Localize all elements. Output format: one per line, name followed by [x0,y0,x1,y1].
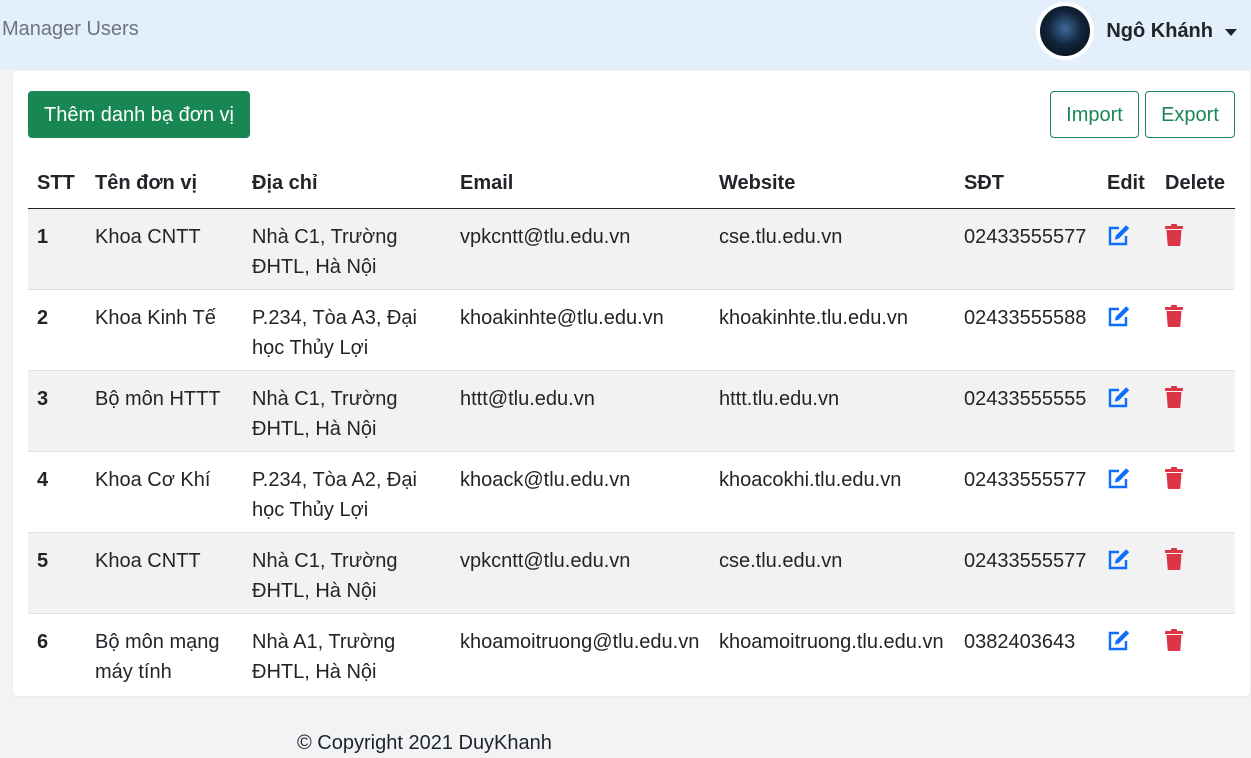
row-edit-cell [1098,370,1156,452]
row-stt: 3 [28,370,86,452]
row-website: khoakinhte.tlu.edu.vn [710,289,955,371]
row-website: khoacokhi.tlu.edu.vn [710,451,955,533]
row-unit-name: Khoa Cơ Khí [86,451,243,533]
table-header-row: STT Tên đơn vị Địa chỉ Email Website SĐT… [28,159,1235,209]
row-phone: 0382403643 [964,630,1076,653]
import-button[interactable]: Import [1050,91,1139,138]
row-address: Nhà C1, Trường ĐHTL, Hà Nội [243,208,451,290]
trash-icon[interactable] [1165,628,1183,660]
row-website: httt.tlu.edu.vn [710,370,955,452]
row-address: P.234, Tòa A3, Đại học Thủy Lợi [243,289,451,371]
edit-icon[interactable] [1107,224,1131,255]
navbar: Manager Users Ngô Khánh [0,0,1251,70]
row-edit-cell [1098,613,1156,694]
row-unit-name: Khoa Kinh Tế [86,289,243,371]
row-unit-name: Bộ môn mạng máy tính [95,630,220,683]
row-stt: 6 [37,630,49,653]
brand-title[interactable]: Manager Users [2,17,139,41]
row-email: khoack@tlu.edu.vn [451,451,710,533]
row-unit-name: Khoa CNTT [86,208,243,290]
footer-copyright: © Copyright 2021 DuyKhanh [297,732,552,754]
row-stt: 2 [28,289,86,371]
edit-icon[interactable] [1107,467,1131,498]
header-email: Email [451,159,710,209]
table-row: 3 Bộ môn HTTT Nhà C1, Trường ĐHTL, Hà Nội h… [28,370,1235,452]
user-name[interactable]: Ngô Khánh [1106,20,1213,43]
row-website: khoamoitruong.tlu.edu.vn [719,630,944,653]
table-body: 1 Khoa CNTT Nhà C1, Trường ĐHTL, Hà Nội vpk… [28,208,1235,694]
row-phone: 02433555577 [955,451,1098,533]
row-address: Nhà C1, Trường ĐHTL, Hà Nội [243,370,451,452]
trash-icon[interactable] [1165,304,1183,336]
header-website: Website [710,159,955,209]
table-row: 2 Khoa Kinh Tế P.234, Tòa A3, Đại học Thủy… [28,289,1235,371]
trash-icon[interactable] [1165,466,1183,498]
trash-icon[interactable] [1165,385,1183,417]
header-edit: Edit [1098,159,1156,209]
header-address: Địa chỉ [243,159,451,209]
content-card: Thêm danh bạ đơn vị Import Export STT Tê… [13,71,1250,696]
row-website: cse.tlu.edu.vn [710,208,955,290]
row-delete-cell [1156,451,1235,533]
row-email: khoamoitruong@tlu.edu.vn [460,630,700,653]
user-menu[interactable]: Ngô Khánh [1036,0,1237,62]
avatar[interactable] [1036,2,1095,60]
row-unit-name: Khoa CNTT [86,532,243,614]
table-row: 4 Khoa Cơ Khí P.234, Tòa A2, Đại học Thủy … [28,451,1235,533]
row-phone: 02433555577 [955,208,1098,290]
row-email: khoakinhte@tlu.edu.vn [451,289,710,371]
row-email: vpkcntt@tlu.edu.vn [451,532,710,614]
row-edit-cell [1098,451,1156,533]
row-website: cse.tlu.edu.vn [710,532,955,614]
header-stt: STT [28,159,86,209]
add-unit-button[interactable]: Thêm danh bạ đơn vị [28,91,250,138]
edit-icon[interactable] [1107,305,1131,336]
row-email: vpkcntt@tlu.edu.vn [451,208,710,290]
trash-icon[interactable] [1165,547,1183,579]
edit-icon[interactable] [1107,548,1131,579]
row-stt: 1 [28,208,86,290]
header-delete: Delete [1156,159,1235,209]
row-stt: 4 [28,451,86,533]
units-table: STT Tên đơn vị Địa chỉ Email Website SĐT… [28,159,1235,694]
row-phone: 02433555555 [955,370,1098,452]
chevron-down-icon[interactable] [1225,28,1237,36]
edit-icon[interactable] [1107,629,1131,660]
export-button[interactable]: Export [1145,91,1235,138]
row-address: Nhà A1, Trường ĐHTL, Hà Nội [252,630,396,683]
avatar-image [1040,6,1091,56]
row-unit-name: Bộ môn HTTT [86,370,243,452]
edit-icon[interactable] [1107,386,1131,417]
row-delete-cell [1156,613,1235,694]
table-row: 6 Bộ môn mạng máy tính Nhà A1, Trường ĐHTL… [28,613,1235,694]
row-stt: 5 [28,532,86,614]
row-email: httt@tlu.edu.vn [451,370,710,452]
row-phone: 02433555588 [955,289,1098,371]
row-delete-cell [1156,370,1235,452]
trash-icon[interactable] [1165,223,1183,255]
row-edit-cell [1098,208,1156,290]
row-delete-cell [1156,532,1235,614]
row-delete-cell [1156,208,1235,290]
row-address: P.234, Tòa A2, Đại học Thủy Lợi [243,451,451,533]
table-row: 5 Khoa CNTT Nhà C1, Trường ĐHTL, Hà Nội vpk… [28,532,1235,614]
row-edit-cell [1098,532,1156,614]
header-unit-name: Tên đơn vị [86,159,243,209]
table-row: 1 Khoa CNTT Nhà C1, Trường ĐHTL, Hà Nội vpk… [28,208,1235,290]
row-edit-cell [1098,289,1156,371]
header-phone: SĐT [955,159,1098,209]
row-phone: 02433555577 [955,532,1098,614]
row-delete-cell [1156,289,1235,371]
row-address: Nhà C1, Trường ĐHTL, Hà Nội [243,532,451,614]
